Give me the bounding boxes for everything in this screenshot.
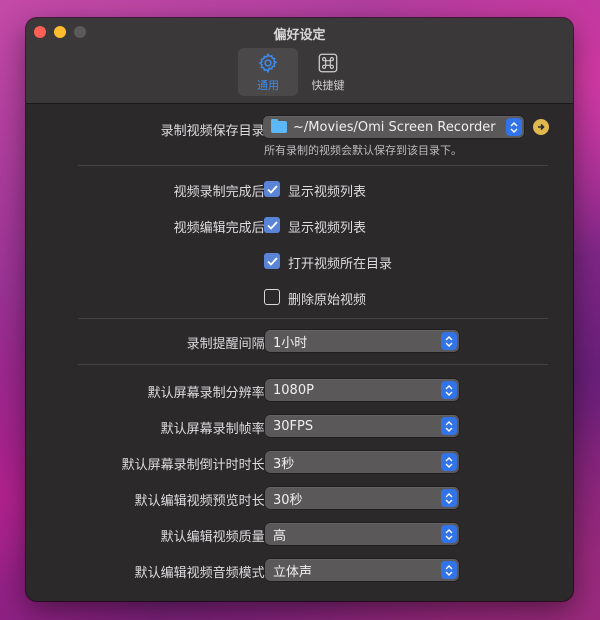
setting-label: 默认屏幕录制分辨率: bbox=[147, 386, 269, 401]
setting-label: 默认编辑视频预览时长: bbox=[134, 494, 269, 509]
show-list-after-edit-checkbox[interactable] bbox=[264, 217, 280, 233]
chevron-updown-icon bbox=[441, 561, 457, 579]
setting-value: 30秒 bbox=[273, 492, 303, 508]
chevron-updown-icon bbox=[441, 381, 457, 399]
save-dir-popup[interactable]: ~/Movies/Omi Screen Recorder bbox=[263, 116, 524, 138]
setting-popup[interactable]: 30FPS bbox=[265, 415, 459, 437]
tab-shortcuts[interactable]: 快捷键 bbox=[298, 48, 358, 96]
checkmark-icon bbox=[266, 256, 278, 266]
setting-value: 30FPS bbox=[273, 418, 314, 434]
preferences-window: 偏好设定 通用 快捷键 录制视频保存目录: ~/Movies/Omi Scree… bbox=[26, 18, 573, 601]
delete-original-checkbox[interactable] bbox=[264, 289, 280, 305]
setting-value: 3秒 bbox=[273, 456, 295, 472]
delete-original-label: 删除原始视频 bbox=[288, 293, 367, 308]
gear-icon bbox=[257, 52, 279, 74]
after-record-label: 视频录制完成后: bbox=[173, 185, 269, 200]
after-edit-label: 视频编辑完成后: bbox=[173, 221, 269, 236]
setting-popup[interactable]: 高 bbox=[265, 523, 459, 545]
setting-popup[interactable]: 1080P bbox=[265, 379, 459, 401]
setting-value: 立体声 bbox=[273, 564, 313, 580]
tab-shortcuts-label: 快捷键 bbox=[311, 79, 345, 92]
setting-value: 高 bbox=[273, 528, 287, 544]
chevron-updown-icon bbox=[441, 525, 457, 543]
setting-label: 默认屏幕录制帧率: bbox=[160, 422, 269, 437]
divider bbox=[78, 364, 548, 365]
chevron-updown-icon bbox=[441, 453, 457, 471]
save-dir-label: 录制视频保存目录: bbox=[160, 124, 269, 139]
setting-label: 默认编辑视频音频模式: bbox=[134, 566, 269, 581]
show-list-after-record-checkbox[interactable] bbox=[264, 181, 280, 197]
reminder-popup[interactable]: 1小时 bbox=[265, 330, 459, 352]
show-list-after-record-label: 显示视频列表 bbox=[288, 185, 367, 200]
setting-value: 1080P bbox=[273, 382, 314, 398]
checkmark-icon bbox=[266, 184, 278, 194]
chevron-updown-icon bbox=[441, 332, 457, 350]
preference-tabs: 通用 快捷键 bbox=[238, 48, 358, 96]
divider bbox=[78, 165, 548, 166]
setting-label: 默认屏幕录制倒计时时长: bbox=[121, 458, 269, 473]
save-dir-hint: 所有录制的视频会默认保存到该目录下。 bbox=[264, 144, 462, 157]
setting-popup[interactable]: 3秒 bbox=[265, 451, 459, 473]
checkmark-icon bbox=[266, 220, 278, 230]
toolbar: 偏好设定 通用 快捷键 bbox=[26, 18, 573, 104]
divider bbox=[78, 318, 548, 319]
reminder-label: 录制提醒间隔: bbox=[186, 337, 269, 352]
open-folder-label: 打开视频所在目录 bbox=[288, 257, 393, 272]
window-title: 偏好设定 bbox=[273, 28, 326, 43]
setting-popup[interactable]: 立体声 bbox=[265, 559, 459, 581]
save-dir-value: ~/Movies/Omi Screen Recorder bbox=[293, 119, 496, 135]
tab-general[interactable]: 通用 bbox=[238, 48, 298, 96]
show-list-after-edit-label: 显示视频列表 bbox=[288, 221, 367, 236]
setting-label: 默认编辑视频质量: bbox=[160, 530, 269, 545]
command-icon bbox=[317, 52, 339, 74]
chevron-updown-icon bbox=[506, 118, 522, 136]
setting-popup[interactable]: 30秒 bbox=[265, 487, 459, 509]
chevron-updown-icon bbox=[441, 417, 457, 435]
open-folder-checkbox[interactable] bbox=[264, 253, 280, 269]
folder-icon bbox=[271, 119, 287, 133]
reminder-value: 1小时 bbox=[273, 335, 308, 351]
reveal-in-finder-button[interactable] bbox=[533, 119, 549, 135]
chevron-updown-icon bbox=[441, 489, 457, 507]
tab-general-label: 通用 bbox=[257, 79, 279, 92]
